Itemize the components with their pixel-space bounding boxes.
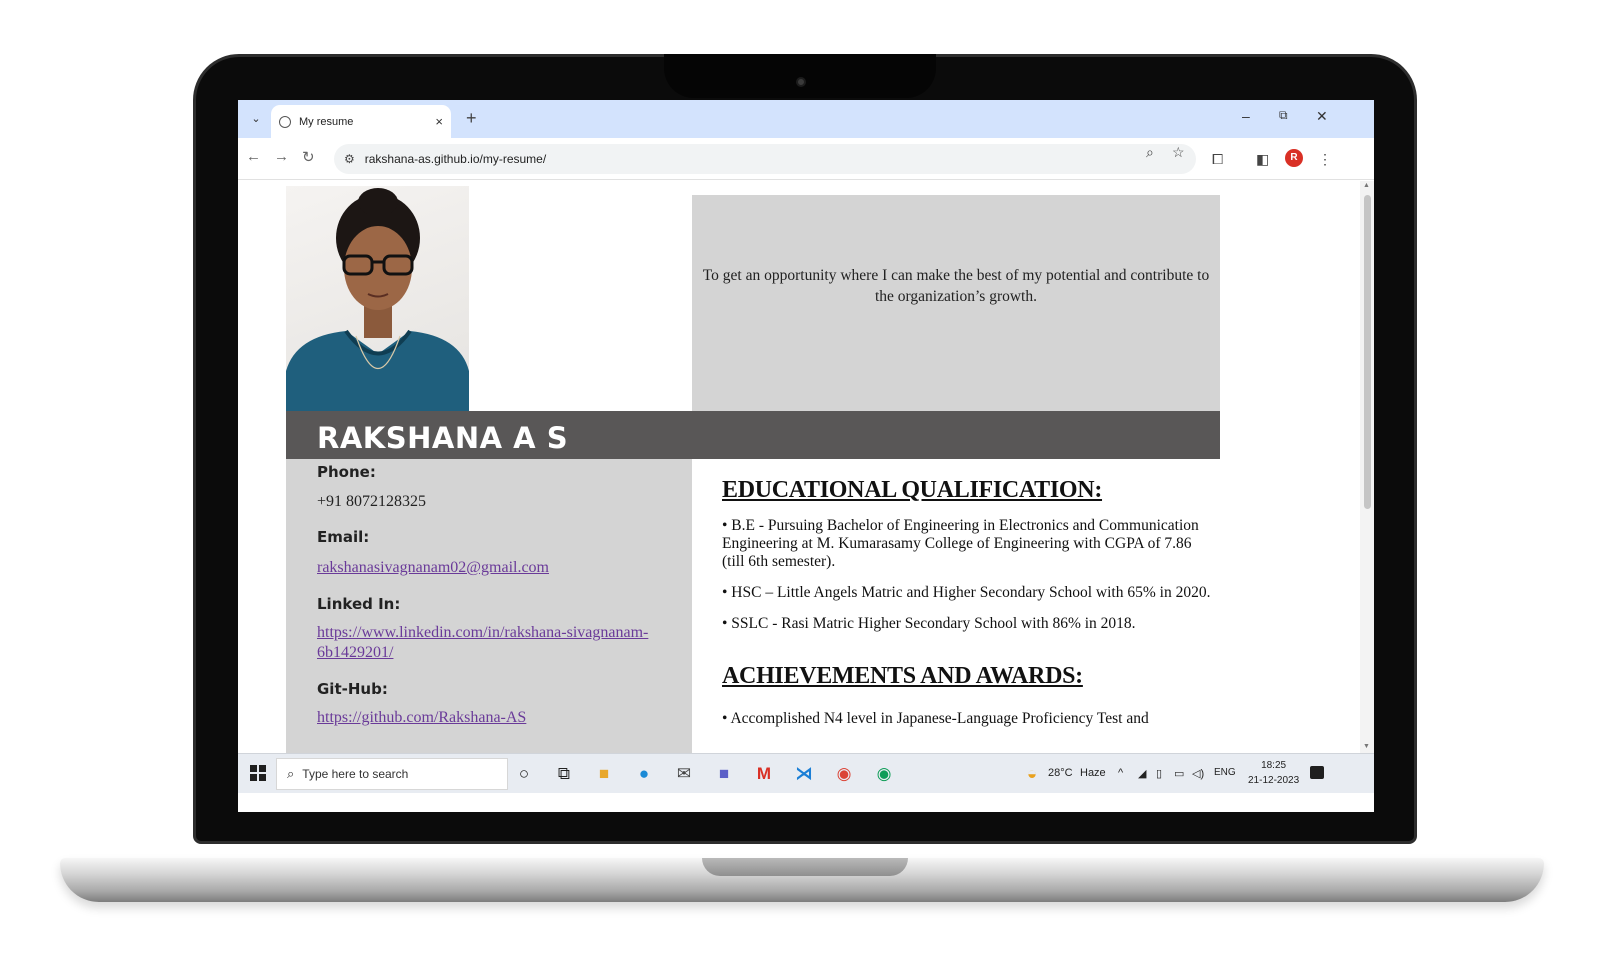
extensions-icon[interactable]: ⧠ [1212,151,1223,168]
task-view-icon[interactable]: ⧉ [552,762,576,786]
linkedin-link-line1[interactable]: https://www.linkedin.com/in/rakshana-siv… [317,624,648,641]
clock-date: 21-12-2023 [1248,775,1300,786]
taskbar-clock[interactable]: 18:25 21-12-2023 [1248,758,1299,788]
profile-avatar[interactable]: R [1285,149,1303,167]
linkedin-link[interactable]: https://www.linkedin.com/in/rakshana-siv… [317,623,692,663]
education-heading: EDUCATIONAL QUALIFICATION: [722,477,1103,503]
phone-value: +91 8072128325 [317,493,427,510]
reload-icon[interactable]: ↻ [302,148,315,166]
address-bar[interactable]: ⚙ rakshana-as.github.io/my-resume/ [334,144,1196,174]
email-section: Email: rakshanasivagnanam02@gmail.com [317,528,692,578]
phone-label: Phone: [317,463,376,481]
weather-icon[interactable]: ◒ [1020,762,1044,786]
menu-kebab-icon[interactable]: ⋮ [1318,151,1332,168]
linkedin-label: Linked In: [317,595,401,613]
new-tab-button[interactable]: + [466,108,477,129]
education-item-1: • B.E - Pursuing Bachelor of Engineering… [722,517,1199,570]
tab-title: My resume [299,115,354,128]
webcam [796,77,806,87]
linkedin-link-line2[interactable]: 6b1429201/ [317,644,393,661]
scroll-up-arrow-icon[interactable]: ▲ [1363,182,1370,189]
language-indicator[interactable]: ENG [1214,767,1236,778]
search-icon: ⌕ [287,766,295,781]
career-objective: To get an opportunity where I can make t… [692,195,1220,411]
tab-my-resume[interactable]: My resume × [271,105,451,138]
laptop-base-groove [702,858,908,876]
edge-browser-icon[interactable]: ● [632,762,656,786]
taskbar-search[interactable]: ⌕ Type here to search [276,758,508,790]
gmail-icon[interactable]: M [752,762,776,786]
education-item-2: • HSC – Little Angels Matric and Higher … [722,584,1211,601]
objective-text: To get an opportunity where I can make t… [702,267,1210,305]
mail-icon[interactable]: ✉ [672,762,696,786]
tray-chevron-icon[interactable]: ^ [1118,767,1123,779]
scrollbar-thumb[interactable] [1364,195,1371,509]
achievements-heading: ACHIEVEMENTS AND AWARDS: [722,663,1083,689]
contact-column: Phone: +91 8072128325 Email: rakshanasiv… [286,459,692,753]
tab-bar: ⌄ My resume × + – ⧉ ✕ [238,100,1374,138]
laptop-screen: ⌄ My resume × + – ⧉ ✕ ← → ↻ ⚙ rakshana-a… [238,100,1374,812]
linkedin-section: Linked In: https://www.linkedin.com/in/r… [317,595,692,663]
address-url[interactable]: rakshana-as.github.io/my-resume/ [365,152,546,166]
taskbar-search-placeholder: Type here to search [302,767,409,781]
weather-temp[interactable]: 28°C [1048,767,1073,779]
minimize-button[interactable]: – [1242,108,1250,124]
site-info-icon[interactable]: ⚙ [344,152,355,166]
forward-arrow-icon[interactable]: → [274,148,289,165]
achievement-item-1: • Accomplished N4 level in Japanese-Lang… [722,710,1149,727]
email-label: Email: [317,528,370,546]
person-name: RAKSHANA A S [317,421,569,455]
page-scrollbar[interactable]: ▲ ▼ [1360,181,1374,753]
restore-button[interactable]: ⧉ [1279,108,1288,123]
globe-icon [279,115,291,128]
close-window-button[interactable]: ✕ [1316,108,1328,125]
chrome-icon[interactable]: ◉ [872,762,896,786]
notification-icon[interactable] [1310,766,1324,779]
browser-toolbar: ← → ↻ ⚙ rakshana-as.github.io/my-resume/… [238,138,1374,180]
page-viewport: To get an opportunity where I can make t… [238,181,1374,753]
volume-icon[interactable]: ◁) [1192,767,1204,780]
side-panel-icon[interactable]: ◧ [1256,151,1269,168]
github-label: Git-Hub: [317,680,388,698]
github-link[interactable]: https://github.com/Rakshana-AS [317,708,692,728]
education-item-3: • SSLC - Rasi Matric Higher Secondary Sc… [722,615,1136,632]
zoom-icon[interactable]: ⌕ [1146,144,1154,161]
tab-close-icon[interactable]: × [435,114,443,129]
cortana-icon[interactable]: ○ [512,762,536,786]
vscode-icon[interactable]: ⋊ [792,762,816,786]
usb-icon[interactable]: ▯ [1156,767,1162,780]
chrome-profile-icon[interactable]: ◉ [832,762,856,786]
teams-icon[interactable]: ■ [712,762,736,786]
windows-taskbar: ⌕ Type here to search ○ ⧉ ■ ● ✉ ■ M ⋊ ◉ … [238,753,1374,793]
bookmark-star-icon[interactable]: ☆ [1172,144,1185,161]
scroll-down-arrow-icon[interactable]: ▼ [1363,743,1370,750]
github-section: Git-Hub: https://github.com/Rakshana-AS [317,680,692,728]
battery-icon[interactable]: ▭ [1174,767,1184,780]
tab-search-icon[interactable]: ⌄ [246,109,266,129]
profile-photo [286,186,469,412]
email-link[interactable]: rakshanasivagnanam02@gmail.com [317,558,692,578]
clock-time: 18:25 [1261,760,1287,771]
weather-desc[interactable]: Haze [1080,767,1106,779]
windows-start-icon[interactable] [250,765,266,781]
file-explorer-icon[interactable]: ■ [592,762,616,786]
resume-right-column: EDUCATIONAL QUALIFICATION: • B.E - Pursu… [722,477,1212,728]
network-icon[interactable]: ◢ [1138,767,1146,780]
phone-section: Phone: +91 8072128325 [317,463,692,511]
back-arrow-icon[interactable]: ← [246,148,261,165]
name-banner: RAKSHANA A S [286,411,1220,459]
laptop-notch [664,54,936,98]
